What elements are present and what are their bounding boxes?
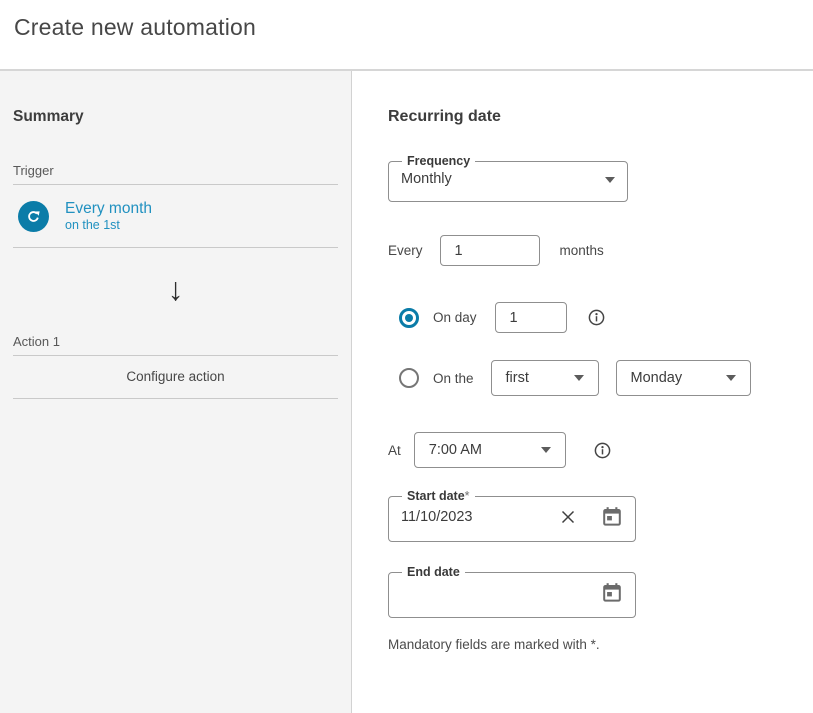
ordinal-select[interactable]: first	[491, 360, 599, 396]
start-date-label: Start date	[407, 489, 465, 503]
on-day-info-icon[interactable]	[588, 309, 605, 326]
on-the-label: On the	[433, 371, 474, 386]
mandatory-fields-note: Mandatory fields are marked with *.	[388, 637, 813, 652]
interval-prefix-label: Every	[388, 243, 423, 258]
on-the-row: On the first Monday	[388, 360, 813, 396]
trigger-summary-item[interactable]: Every month on the 1st	[13, 185, 338, 248]
dialog-body: Summary Trigger Every month on the 1st ↓…	[0, 71, 813, 713]
trigger-section-label: Trigger	[13, 163, 338, 185]
time-select[interactable]: 7:00 AM	[414, 432, 566, 468]
recurring-date-panel: Recurring date Frequency Monthly Every m…	[352, 71, 813, 713]
ordinal-value: first	[506, 368, 529, 389]
chevron-down-icon	[726, 375, 736, 381]
frequency-select[interactable]: Frequency Monthly	[388, 154, 628, 202]
interval-row: Every months	[388, 235, 813, 266]
start-date-field[interactable]: Start date* 11/10/2023	[388, 489, 636, 542]
frequency-value: Monthly	[401, 169, 452, 190]
configure-action-placeholder: Configure action	[13, 356, 338, 399]
chevron-down-icon	[605, 177, 615, 183]
time-value: 7:00 AM	[429, 440, 482, 461]
chevron-down-icon	[541, 447, 551, 453]
on-the-radio[interactable]	[399, 368, 419, 388]
calendar-icon[interactable]	[601, 582, 623, 604]
trigger-summary-subtitle: on the 1st	[65, 218, 152, 233]
recurring-icon	[18, 201, 49, 232]
time-info-icon[interactable]	[594, 442, 611, 459]
action-section-label: Action 1	[13, 334, 338, 356]
form-title: Recurring date	[388, 108, 813, 126]
radio-dot	[405, 314, 413, 322]
end-date-label: End date	[407, 565, 460, 579]
trigger-summary-text: Every month on the 1st	[65, 199, 152, 233]
on-day-input[interactable]	[495, 302, 567, 333]
trigger-summary-title: Every month	[65, 199, 152, 218]
clear-date-icon[interactable]	[561, 510, 575, 524]
dialog-title: Create new automation	[14, 14, 813, 41]
interval-suffix-label: months	[560, 243, 604, 258]
weekday-value: Monday	[631, 368, 683, 389]
calendar-icon[interactable]	[601, 506, 623, 528]
interval-input[interactable]	[440, 235, 540, 266]
chevron-down-icon	[574, 375, 584, 381]
on-day-label: On day	[433, 310, 477, 325]
time-row: At 7:00 AM	[388, 432, 813, 468]
summary-panel: Summary Trigger Every month on the 1st ↓…	[0, 71, 352, 713]
time-label: At	[388, 443, 401, 458]
end-date-field[interactable]: End date	[388, 565, 636, 618]
required-marker: *	[465, 489, 470, 503]
start-date-value: 11/10/2023	[401, 507, 473, 528]
dialog-header: Create new automation	[0, 0, 813, 71]
weekday-select[interactable]: Monday	[616, 360, 751, 396]
on-day-row: On day	[388, 302, 813, 333]
frequency-label: Frequency	[402, 154, 475, 168]
on-day-radio[interactable]	[399, 308, 419, 328]
summary-title: Summary	[13, 108, 338, 126]
flow-down-arrow-icon: ↓	[13, 270, 338, 312]
